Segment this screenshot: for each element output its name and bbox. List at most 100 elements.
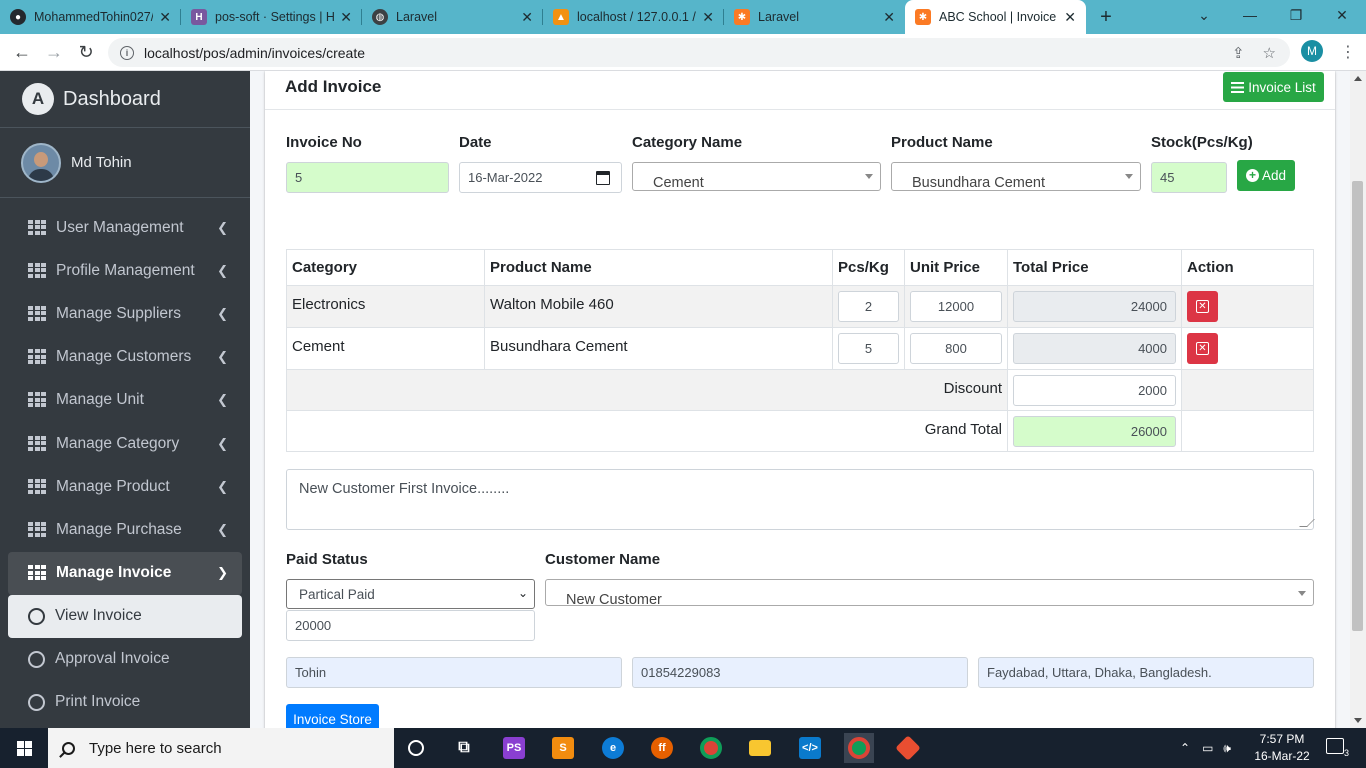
chrome-profile-icon[interactable] (844, 733, 874, 763)
forward-icon[interactable]: → (38, 36, 70, 68)
chevron-up-icon[interactable]: ⌃ (1180, 741, 1190, 755)
customer-select[interactable]: New Customer (545, 579, 1314, 608)
vscode-icon[interactable]: </> (795, 733, 825, 763)
sidebar-subitem-print-invoice[interactable]: Print Invoice (8, 681, 242, 724)
invoice-list-button[interactable]: Invoice List (1223, 72, 1324, 102)
new-tab-button[interactable]: + (1086, 0, 1126, 34)
browser-tab-bar: ● MohammedTohin027/ ✕ H pos-soft · Setti… (0, 0, 1366, 34)
close-icon: ✕ (1196, 300, 1209, 313)
sidebar-item-manage-product[interactable]: Manage Product ❮ (8, 465, 242, 508)
browser-tab[interactable]: ✱ Laravel ✕ (724, 0, 905, 34)
discount-input[interactable]: 2000 (1013, 374, 1176, 406)
browser-tab[interactable]: H pos-soft · Settings | He ✕ (181, 0, 362, 34)
sidebar-item-manage-invoice[interactable]: Manage Invoice ❯ (8, 551, 242, 595)
category-select[interactable]: Cement (632, 162, 881, 191)
qty-input[interactable]: 2 (838, 291, 899, 322)
scroll-down-icon[interactable] (1354, 718, 1362, 723)
share-icon[interactable]: ⇪ (1232, 44, 1245, 62)
back-icon[interactable]: ← (6, 36, 38, 68)
delete-row-button[interactable]: ✕ (1187, 291, 1218, 322)
browser-tab[interactable]: ● MohammedTohin027/ ✕ (0, 0, 181, 34)
dropdown-arrow-icon (1125, 174, 1133, 179)
chrome-icon[interactable] (696, 733, 726, 763)
sidebar-item-profile-management[interactable]: Profile Management ❮ (8, 249, 242, 292)
add-item-button[interactable]: + Add (1237, 160, 1295, 191)
close-tab-icon[interactable]: ✕ (521, 9, 533, 26)
sublime-text-icon[interactable]: S (548, 733, 578, 763)
scroll-up-icon[interactable] (1354, 76, 1362, 81)
brand-link[interactable]: A Dashboard (0, 71, 250, 128)
avatar (21, 142, 61, 183)
firefox-icon[interactable]: ff (647, 733, 677, 763)
menu-kebab-icon[interactable]: ⋮ (1340, 42, 1356, 62)
description-textarea[interactable]: New Customer First Invoice........ (286, 469, 1315, 530)
paid-status-select[interactable]: Partical Paid ⌄ (286, 579, 535, 609)
sidebar-item-manage-purchase[interactable]: Manage Purchase ❮ (8, 508, 242, 551)
volume-icon[interactable]: 🕪 (1223, 741, 1231, 756)
taskbar-clock[interactable]: 7:57 PM 16-Mar-22 (1252, 731, 1312, 765)
close-tab-icon[interactable]: ✕ (1064, 9, 1076, 26)
notification-icon[interactable]: 3 (1326, 738, 1349, 758)
git-icon[interactable] (893, 733, 923, 763)
sidebar-item-manage-customers[interactable]: Manage Customers ❮ (8, 336, 242, 379)
add-item-label: Add (1261, 168, 1287, 183)
scroll-thumb[interactable] (1352, 181, 1363, 631)
product-select[interactable]: Busundhara Cement (891, 162, 1141, 191)
network-icon[interactable]: ▭ (1202, 741, 1213, 755)
minimize-button[interactable]: — (1227, 0, 1273, 30)
resize-handle-icon[interactable] (1299, 519, 1315, 527)
sidebar-item-manage-unit[interactable]: Manage Unit ❮ (8, 379, 242, 422)
dropdown-arrow-icon (865, 174, 873, 179)
date-field[interactable]: 16-Mar-2022 (459, 162, 622, 193)
maximize-button[interactable]: ❐ (1273, 0, 1319, 30)
qty-input[interactable]: 5 (838, 333, 899, 364)
unit-price-input[interactable]: 800 (910, 333, 1002, 364)
browser-tab[interactable]: ◍ Laravel ✕ (362, 0, 543, 34)
phpstorm-icon[interactable]: PS (499, 733, 529, 763)
file-explorer-icon[interactable] (745, 733, 775, 763)
close-tab-icon[interactable]: ✕ (340, 9, 352, 26)
sidebar-item-manage-suppliers[interactable]: Manage Suppliers ❮ (8, 292, 242, 335)
customer-mobile-field[interactable]: 01854229083 (632, 657, 968, 688)
paid-amount-field[interactable]: 20000 (286, 610, 535, 641)
sidebar-subitem-view-invoice[interactable]: View Invoice (8, 594, 242, 638)
close-tab-icon[interactable]: ✕ (702, 9, 714, 26)
page-scrollbar[interactable] (1350, 71, 1366, 728)
brand-logo-icon: A (22, 83, 54, 115)
unit-price-input[interactable]: 12000 (910, 291, 1002, 322)
chevron-left-icon: ❮ (217, 478, 228, 494)
profile-avatar[interactable]: M (1301, 40, 1323, 62)
invoice-store-button[interactable]: Invoice Store (286, 704, 379, 728)
reload-icon[interactable]: ↻ (70, 36, 102, 68)
site-info-icon[interactable]: i (120, 45, 134, 60)
invoice-no-field[interactable]: 5 (286, 162, 449, 193)
close-tab-icon[interactable]: ✕ (159, 9, 171, 26)
taskbar-search[interactable]: Type here to search (48, 728, 394, 768)
browser-tab[interactable]: ▲ localhost / 127.0.0.1 / ✕ (543, 0, 724, 34)
sidebar-item-label: User Management (56, 218, 184, 236)
user-panel[interactable]: Md Tohin (0, 128, 250, 198)
xampp-icon: ✱ (915, 9, 931, 25)
sidebar-item-manage-category[interactable]: Manage Category ❮ (8, 422, 242, 465)
customer-name-field[interactable]: Tohin (286, 657, 622, 688)
sidebar-item-user-management[interactable]: User Management ❮ (8, 206, 242, 249)
bookmark-star-icon[interactable]: ☆ (1263, 44, 1276, 62)
chevron-left-icon: ❮ (217, 219, 228, 235)
stock-field[interactable]: 45 (1151, 162, 1227, 193)
tab-search-icon[interactable]: ⌄ (1181, 0, 1227, 30)
sidebar-item-label: Manage Category (56, 434, 180, 452)
edge-icon[interactable]: e (598, 733, 628, 763)
heroku-icon: H (191, 9, 207, 25)
browser-tab-active[interactable]: ✱ ABC School | Invoice ✕ (905, 0, 1086, 34)
close-window-button[interactable]: ✕ (1319, 0, 1365, 30)
close-tab-icon[interactable]: ✕ (883, 9, 895, 26)
sidebar-subitem-approval-invoice[interactable]: Approval Invoice (8, 638, 242, 681)
task-view-icon[interactable]: ⧉ (449, 733, 479, 763)
cortana-icon[interactable] (401, 733, 431, 763)
tab-title: Laravel (396, 10, 437, 24)
url-field[interactable]: i localhost/pos/admin/invoices/create ⇪ … (108, 38, 1290, 67)
calendar-icon[interactable] (596, 171, 610, 185)
delete-row-button[interactable]: ✕ (1187, 333, 1218, 364)
customer-address-field[interactable]: Faydabad, Uttara, Dhaka, Bangladesh. (978, 657, 1314, 688)
windows-start-icon[interactable] (0, 728, 48, 768)
